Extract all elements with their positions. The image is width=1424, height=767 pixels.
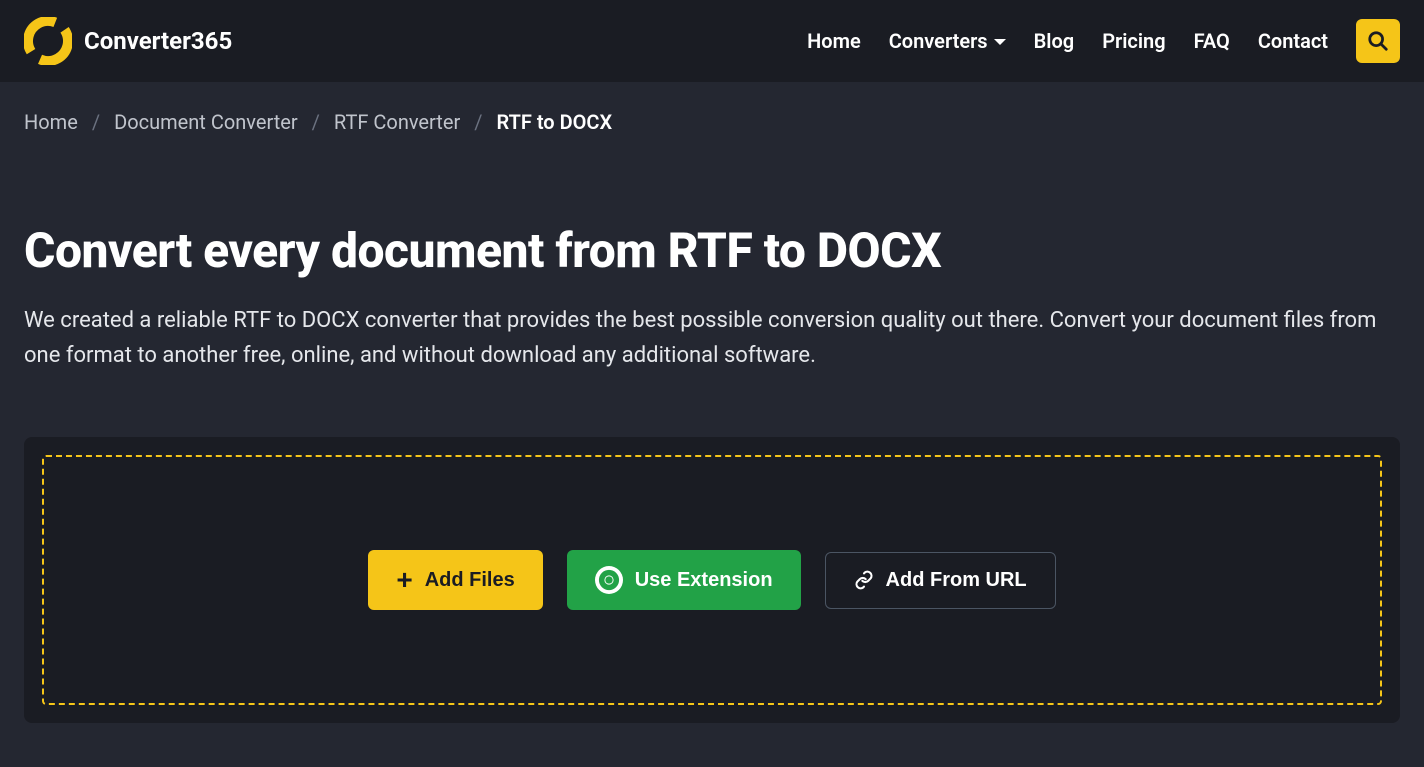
use-extension-button[interactable]: Use Extension bbox=[567, 550, 801, 610]
nav-pricing[interactable]: Pricing bbox=[1102, 29, 1165, 53]
chevron-down-icon bbox=[994, 39, 1006, 45]
breadcrumb-rtf-converter[interactable]: RTF Converter bbox=[334, 110, 460, 134]
nav-blog[interactable]: Blog bbox=[1034, 29, 1075, 53]
breadcrumb: Home / Document Converter / RTF Converte… bbox=[0, 82, 1424, 162]
page-title: Convert every document from RTF to DOCX bbox=[24, 222, 1400, 279]
logo-link[interactable]: Converter365 bbox=[24, 17, 232, 65]
breadcrumb-separator: / bbox=[92, 110, 100, 134]
breadcrumb-document-converter[interactable]: Document Converter bbox=[114, 110, 298, 134]
nav-converters-label: Converters bbox=[889, 29, 988, 53]
search-icon bbox=[1367, 30, 1389, 52]
add-from-url-label: Add From URL bbox=[886, 569, 1027, 592]
breadcrumb-home[interactable]: Home bbox=[24, 110, 78, 134]
breadcrumb-separator: / bbox=[312, 110, 320, 134]
logo-text: Converter365 bbox=[84, 27, 232, 55]
main-nav: Home Converters Blog Pricing FAQ Contact bbox=[807, 19, 1400, 63]
breadcrumb-current: RTF to DOCX bbox=[497, 110, 613, 134]
nav-converters[interactable]: Converters bbox=[889, 29, 1006, 53]
add-files-button[interactable]: + Add Files bbox=[368, 550, 542, 610]
nav-faq[interactable]: FAQ bbox=[1194, 29, 1230, 53]
nav-contact[interactable]: Contact bbox=[1258, 29, 1328, 53]
page-description: We created a reliable RTF to DOCX conver… bbox=[24, 303, 1394, 373]
add-from-url-button[interactable]: Add From URL bbox=[825, 552, 1056, 609]
use-extension-label: Use Extension bbox=[635, 569, 773, 592]
upload-section: + Add Files Use Extension Add From URL bbox=[24, 437, 1400, 723]
chrome-icon bbox=[595, 566, 623, 594]
breadcrumb-separator: / bbox=[474, 110, 482, 134]
add-files-label: Add Files bbox=[425, 569, 515, 592]
plus-icon: + bbox=[396, 566, 412, 594]
search-button[interactable] bbox=[1356, 19, 1400, 63]
header: Converter365 Home Converters Blog Pricin… bbox=[0, 0, 1424, 82]
dropzone[interactable]: + Add Files Use Extension Add From URL bbox=[42, 455, 1382, 705]
link-icon bbox=[854, 570, 874, 590]
hero-section: Convert every document from RTF to DOCX … bbox=[0, 162, 1424, 413]
logo-icon bbox=[24, 17, 72, 65]
nav-home[interactable]: Home bbox=[807, 29, 861, 53]
